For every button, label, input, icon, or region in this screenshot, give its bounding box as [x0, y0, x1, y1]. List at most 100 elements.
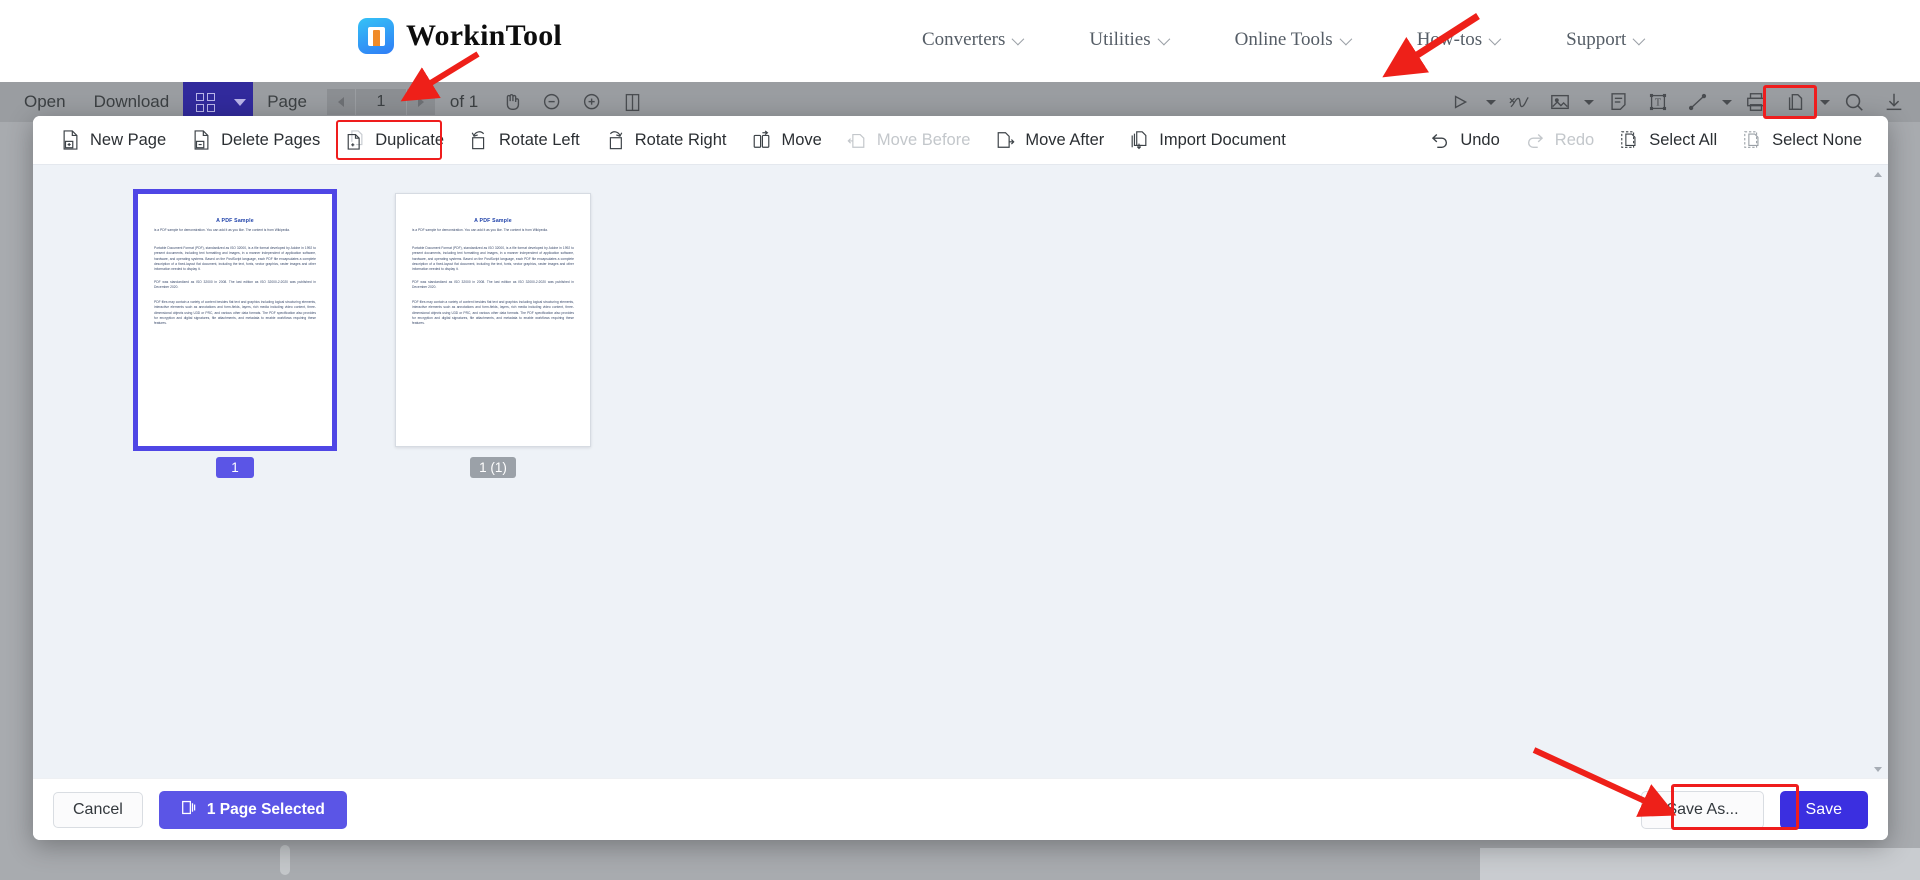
doc-paragraph-1: Portable Document Format (PDF), standard… [154, 246, 316, 272]
page-badge: 1 (1) [470, 457, 516, 478]
dialog-footer: Cancel 1 Page Selected Save As... Save [33, 778, 1888, 840]
thumbnail-preview[interactable]: A PDF Sample is a PDF sample for demonst… [133, 189, 337, 451]
rotate-left-button[interactable]: Rotate Left [456, 123, 592, 157]
main-navigation: Converters Utilities Online Tools How-to… [888, 0, 1676, 80]
doc-title: A PDF Sample [216, 218, 254, 224]
thumbnail-list: A PDF Sample is a PDF sample for demonst… [133, 189, 615, 478]
action-label: Duplicate [375, 130, 445, 149]
action-label: Select None [1772, 130, 1862, 149]
move-before-button: Move Before [834, 123, 983, 157]
chevron-down-icon [1339, 32, 1352, 45]
import-document-icon [1128, 129, 1150, 151]
move-before-icon [846, 129, 868, 151]
select-all-button[interactable]: Select All [1606, 123, 1729, 157]
redo-button: Redo [1512, 123, 1606, 157]
doc-title: A PDF Sample [474, 218, 512, 224]
nav-item-support[interactable]: Support [1532, 29, 1676, 51]
highlight-box-organize-pages [1763, 85, 1817, 119]
triangle-right-icon [417, 97, 424, 107]
action-label: Undo [1460, 130, 1500, 149]
action-label: Import Document [1159, 130, 1286, 149]
page-navigation: 1 [326, 89, 436, 115]
move-button[interactable]: Move [738, 123, 833, 157]
nav-label: Utilities [1089, 29, 1151, 50]
chevron-down-icon [1488, 32, 1502, 45]
page-action-bar: New Page Delete Pages Duplicate Rotate L… [33, 116, 1888, 164]
select-none-button[interactable]: Select None [1729, 123, 1874, 157]
page-badge: 1 [216, 457, 254, 478]
import-document-button[interactable]: Import Document [1116, 123, 1298, 157]
rotate-right-button[interactable]: Rotate Right [592, 123, 739, 157]
page-thumbnail-area: A PDF Sample is a PDF sample for demonst… [33, 164, 1888, 778]
doc-paragraph-2: PDF was standardized as ISO 32000 in 200… [154, 280, 316, 290]
scroll-up-icon[interactable] [1873, 169, 1883, 179]
nav-item-online-tools[interactable]: Online Tools [1201, 29, 1383, 51]
action-label: Rotate Right [634, 130, 727, 149]
prev-page-button[interactable] [326, 89, 355, 115]
nav-label: How-tos [1416, 29, 1483, 50]
new-page-button[interactable]: New Page [47, 123, 178, 157]
action-label: Delete Pages [221, 130, 321, 149]
chevron-down-icon [1632, 32, 1646, 45]
triangle-left-icon [337, 97, 344, 107]
move-after-button[interactable]: Move After [982, 123, 1116, 157]
thumbnail-preview[interactable]: A PDF Sample is a PDF sample for demonst… [395, 193, 591, 447]
action-label: Redo [1554, 130, 1595, 149]
move-after-icon [994, 129, 1016, 151]
undo-button[interactable]: Undo [1417, 123, 1511, 157]
svg-text:T: T [1655, 98, 1661, 109]
rotate-left-icon [468, 129, 490, 151]
nav-item-how-tos[interactable]: How-tos [1383, 29, 1532, 51]
redo-icon [1524, 129, 1546, 151]
nav-item-converters[interactable]: Converters [888, 29, 1055, 51]
toolbar-page-label: Page [267, 92, 307, 111]
organize-pages-dialog: New Page Delete Pages Duplicate Rotate L… [33, 116, 1888, 840]
doc-paragraph-1: Portable Document Format (PDF), standard… [412, 246, 574, 272]
doc-subtitle: is a PDF sample for demonstration. You c… [154, 228, 290, 232]
save-as-button[interactable]: Save As... [1641, 790, 1764, 829]
action-label: Move After [1025, 130, 1105, 149]
brand-logo-link[interactable]: WorkinTool [358, 18, 562, 54]
undo-icon [1429, 129, 1451, 151]
page-thumbnail-1[interactable]: A PDF Sample is a PDF sample for demonst… [133, 189, 337, 478]
move-icon [750, 129, 772, 151]
page-duplicate-icon [344, 129, 366, 151]
page-total-label: of 1 [449, 92, 479, 111]
delete-pages-button[interactable]: Delete Pages [178, 123, 332, 157]
page-delete-icon [190, 129, 212, 151]
action-label: Rotate Left [499, 130, 580, 149]
action-label: New Page [90, 130, 167, 149]
doc-paragraph-3: PDF files may contain a variety of conte… [412, 300, 574, 326]
app-bottom-strip [1480, 848, 1920, 880]
thumbnail-scrollbar[interactable] [1872, 169, 1884, 774]
save-button[interactable]: Save [1779, 790, 1868, 829]
toolbar-download-button[interactable]: Download [80, 92, 184, 112]
chevron-down-icon [1011, 32, 1025, 45]
chevron-down-icon [1157, 32, 1170, 45]
toolbar-open-button[interactable]: Open [10, 92, 80, 112]
page-number-input[interactable]: 1 [355, 89, 406, 115]
app-scrollbar-thumb[interactable] [280, 845, 290, 875]
pages-icon [181, 799, 198, 821]
doc-paragraph-3: PDF files may contain a variety of conte… [154, 300, 316, 326]
cancel-button[interactable]: Cancel [53, 791, 143, 828]
select-none-icon [1741, 129, 1763, 151]
scroll-down-icon[interactable] [1873, 764, 1883, 774]
nav-label: Support [1566, 29, 1627, 50]
action-label: Move [781, 130, 822, 149]
nav-item-utilities[interactable]: Utilities [1055, 29, 1200, 51]
doc-paragraph-2: PDF was standardized as ISO 32000 in 200… [412, 280, 574, 290]
selection-label: 1 Page Selected [206, 800, 325, 818]
page-add-icon [59, 129, 81, 151]
nav-label: Converters [922, 29, 1006, 50]
brand-name: WorkinTool [406, 19, 562, 52]
action-label: Select All [1649, 130, 1718, 149]
action-label: Move Before [876, 130, 971, 149]
rotate-right-icon [604, 129, 626, 151]
page-selection-button[interactable]: 1 Page Selected [158, 790, 347, 829]
next-page-button[interactable] [406, 89, 435, 115]
page-thumbnail-2[interactable]: A PDF Sample is a PDF sample for demonst… [371, 193, 615, 478]
doc-subtitle: is a PDF sample for demonstration. You c… [412, 228, 548, 232]
duplicate-button[interactable]: Duplicate [332, 123, 456, 157]
nav-label: Online Tools [1234, 29, 1333, 50]
